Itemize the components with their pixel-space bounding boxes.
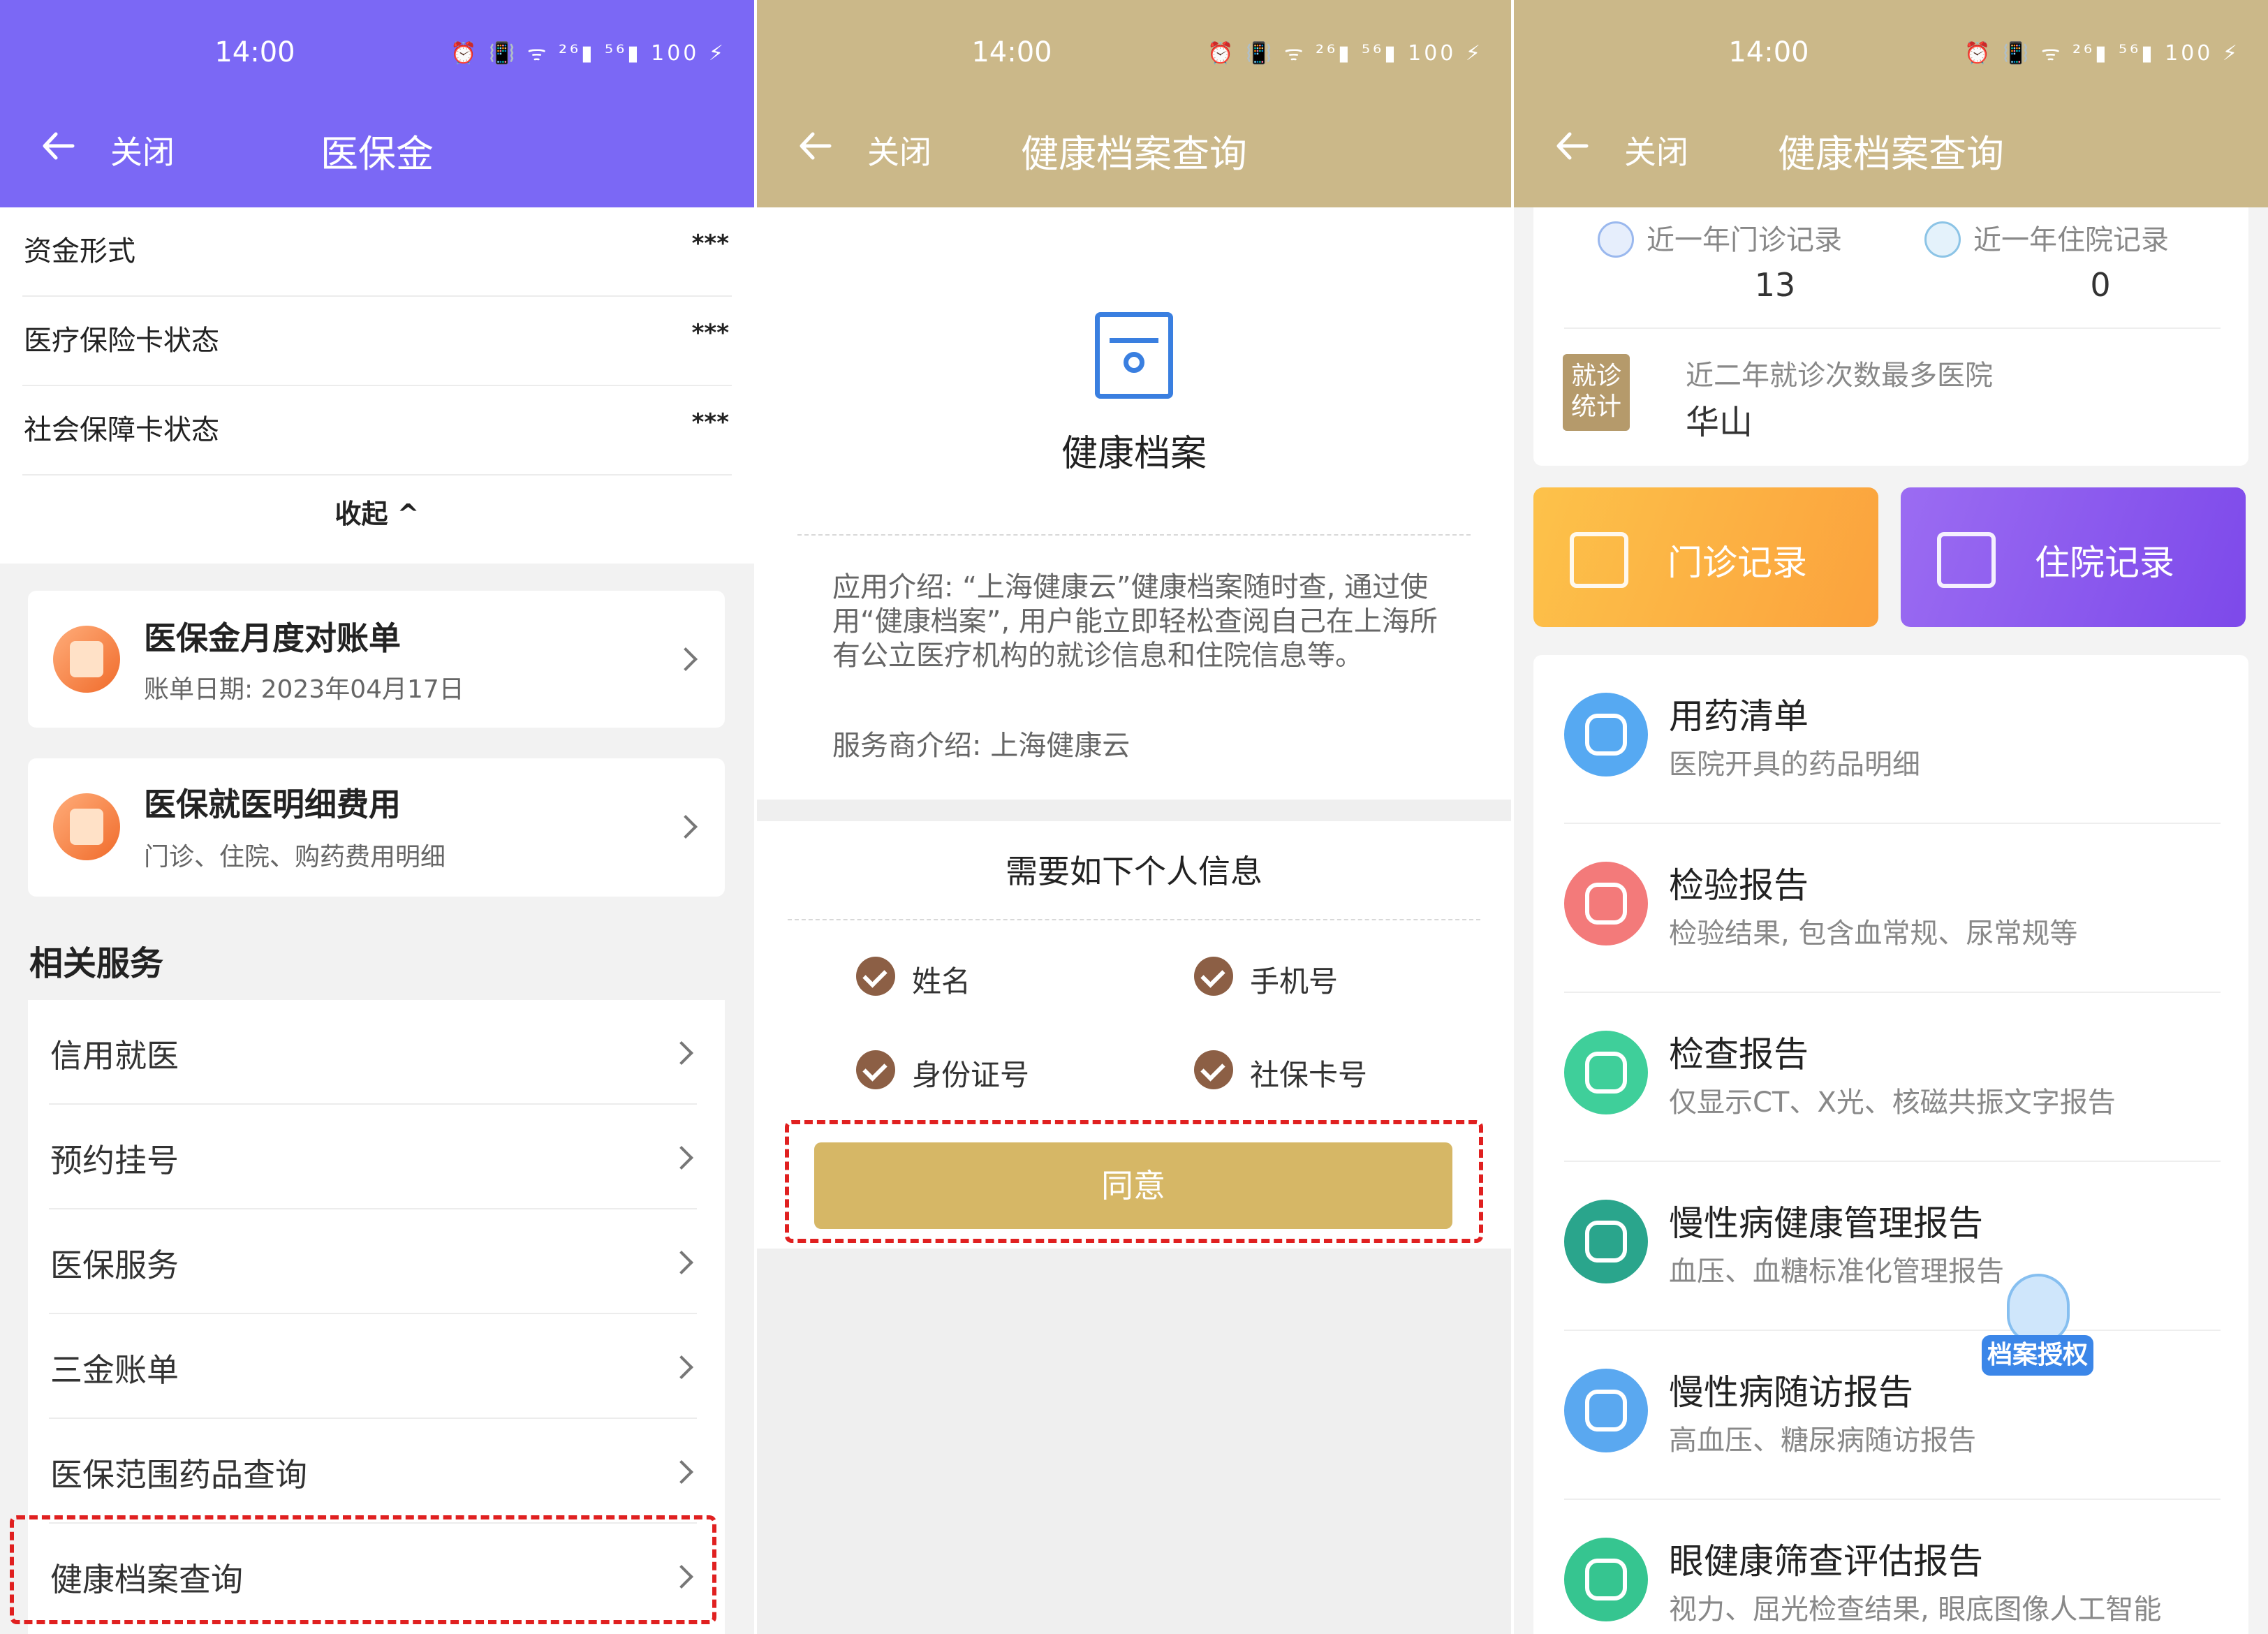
collapse-toggle[interactable]: 收起 ^ xyxy=(0,492,754,531)
highlight-box xyxy=(785,1120,1483,1243)
chevron-right-icon xyxy=(670,1355,693,1379)
medical-expense-detail-card[interactable]: 医保就医明细费用 门诊、住院、购药费用明细 xyxy=(28,758,725,897)
card-subtitle: 账单日期: 2023年04月17日 xyxy=(144,675,464,704)
service-item[interactable]: 医保范围药品查询 xyxy=(49,1419,697,1524)
most-visited-hospital: 华山 xyxy=(1686,403,1753,442)
status-time: 14:00 xyxy=(214,36,295,68)
highlight-box xyxy=(10,1515,716,1624)
status-icons: ⏰ 📳 ᯤ ²⁶▮ ⁵⁶▮ 100 ⚡ xyxy=(450,41,726,66)
service-label: 医保范围药品查询 xyxy=(50,1456,307,1494)
outpatient-count: 13 xyxy=(1754,266,1796,304)
inpatient-count: 0 xyxy=(2090,266,2111,304)
app-intro: 应用介绍: “上海健康云”健康档案随时查, 通过使用“健康档案”, 用户能立即轻… xyxy=(832,571,1438,672)
chronic-care-icon xyxy=(1564,1200,1648,1283)
report-item-eye-screening[interactable]: 眼健康筛查评估报告 视力、屈光检查结果, 眼底图像人工智能 xyxy=(1564,1500,2221,1634)
page-title: 健康档案查询 xyxy=(1778,132,2004,176)
info-row: 医疗保险卡状态 *** xyxy=(22,297,732,386)
blood-drop-icon xyxy=(1564,862,1648,945)
report-item-chronic-management[interactable]: 慢性病健康管理报告 血压、血糖标准化管理报告 xyxy=(1564,1162,2221,1331)
health-record-icon xyxy=(1095,312,1173,399)
outpatient-icon xyxy=(1598,221,1634,258)
report-item-lab[interactable]: 检验报告 检验结果, 包含血常规、尿常规等 xyxy=(1564,824,2221,993)
status-icons: ⏰ 📳 ᯤ ²⁶▮ ⁵⁶▮ 100 ⚡ xyxy=(1964,41,2240,66)
info-value: *** xyxy=(691,408,729,436)
clipboard-icon xyxy=(1570,532,1628,588)
page-title: 医保金 xyxy=(321,132,434,176)
eye-icon xyxy=(1564,1538,1648,1621)
service-label: 医保服务 xyxy=(50,1246,179,1284)
outpatient-label: 近一年门诊记录 xyxy=(1647,224,1842,256)
service-label: 预约挂号 xyxy=(50,1142,179,1179)
divider xyxy=(1564,327,2221,329)
check-icon xyxy=(1194,1050,1233,1089)
header: 14:00 ⏰ 📳 ᯤ ²⁶▮ ⁵⁶▮ 100 ⚡ 关闭 健康档案查询 xyxy=(1514,0,2268,207)
divider xyxy=(797,534,1471,536)
section-heading: 相关服务 xyxy=(29,944,164,983)
chevron-right-icon xyxy=(674,647,698,671)
pill-icon xyxy=(1564,693,1648,776)
bill-icon xyxy=(53,626,120,693)
app-intro-section: 健康档案 应用介绍: “上海健康云”健康档案随时查, 通过使用“健康档案”, 用… xyxy=(757,207,1511,800)
header: 14:00 ⏰ 📳 ᯤ ²⁶▮ ⁵⁶▮ 100 ⚡ 关闭 健康档案查询 xyxy=(757,0,1511,207)
service-item[interactable]: 预约挂号 xyxy=(49,1105,697,1209)
info-label: 资金形式 xyxy=(24,235,135,267)
check-icon xyxy=(1194,957,1233,996)
divider xyxy=(788,919,1480,920)
service-item[interactable]: 三金账单 xyxy=(49,1314,697,1419)
service-label: 三金账单 xyxy=(50,1351,179,1389)
panel-authorization: 14:00 ⏰ 📳 ᯤ ²⁶▮ ⁵⁶▮ 100 ⚡ 关闭 健康档案查询 健康档案… xyxy=(757,0,1511,1634)
monthly-statement-card[interactable]: 医保金月度对账单 账单日期: 2023年04月17日 xyxy=(28,591,725,728)
service-item[interactable]: 医保服务 xyxy=(49,1209,697,1314)
record-authorization-button[interactable]: 档案授权 xyxy=(1982,1274,2093,1383)
panel-medical-insurance-fund: 14:00 ⏰ 📳 ᯤ ²⁶▮ ⁵⁶▮ 100 ⚡ 关闭 医保金 资金形式 **… xyxy=(0,0,754,1634)
chevron-right-icon xyxy=(670,1460,693,1484)
most-visited-label: 近二年就诊次数最多医院 xyxy=(1686,360,1993,392)
check-icon xyxy=(856,1050,895,1089)
check-icon xyxy=(856,957,895,996)
status-time: 14:00 xyxy=(971,36,1052,68)
required-info-title: 需要如下个人信息 xyxy=(1006,853,1262,890)
info-row: 社会保障卡状态 *** xyxy=(22,386,732,476)
visit-summary-card: 近一年门诊记录 13 近一年住院记录 0 就诊统计 近二年就诊次数最多医院 华山 xyxy=(1533,207,2248,466)
card-title: 医保就医明细费用 xyxy=(144,786,401,823)
card-title: 医保金月度对账单 xyxy=(144,619,401,657)
hospital-icon xyxy=(1937,532,1996,588)
info-label: 医疗保险卡状态 xyxy=(24,325,219,357)
provider-intro: 服务商介绍: 上海健康云 xyxy=(832,730,1131,762)
outpatient-records-button[interactable]: 门诊记录 xyxy=(1533,487,1878,627)
report-item-medication[interactable]: 用药清单 医院开具的药品明细 xyxy=(1564,655,2221,824)
info-label: 社会保障卡状态 xyxy=(24,414,219,446)
report-item-exam[interactable]: 检查报告 仅显示CT、X光、核磁共振文字报告 xyxy=(1564,993,2221,1162)
app-name: 健康档案 xyxy=(1061,433,1207,475)
chevron-right-icon xyxy=(674,815,698,839)
fund-info-section: 资金形式 *** 医疗保险卡状态 *** 社会保障卡状态 *** 收起 ^ xyxy=(0,207,754,564)
inpatient-label: 近一年住院记录 xyxy=(1973,224,2169,256)
heart-follow-up-icon xyxy=(1564,1369,1648,1452)
scan-icon xyxy=(1564,1031,1648,1114)
chevron-right-icon xyxy=(670,1041,693,1065)
header: 14:00 ⏰ 📳 ᯤ ²⁶▮ ⁵⁶▮ 100 ⚡ 关闭 医保金 xyxy=(0,0,754,207)
panel-health-records: 14:00 ⏰ 📳 ᯤ ²⁶▮ ⁵⁶▮ 100 ⚡ 关闭 健康档案查询 近一年门… xyxy=(1514,0,2268,1634)
visit-stats-badge: 就诊统计 xyxy=(1563,354,1630,431)
service-label: 信用就医 xyxy=(50,1037,179,1075)
card-subtitle: 门诊、住院、购药费用明细 xyxy=(144,843,446,871)
info-value: *** xyxy=(691,319,729,347)
service-item[interactable]: 信用就医 xyxy=(49,1000,697,1105)
page-title: 健康档案查询 xyxy=(1021,132,1247,176)
record-authorization-label: 档案授权 xyxy=(1982,1335,2093,1376)
status-time: 14:00 xyxy=(1728,36,1809,68)
report-item-chronic-follow-up[interactable]: 慢性病随访报告 高血压、糖尿病随访报告 xyxy=(1564,1331,2221,1500)
info-row: 资金形式 *** xyxy=(22,207,732,297)
info-value: *** xyxy=(691,230,729,258)
chevron-right-icon xyxy=(670,1251,693,1274)
report-list: 用药清单 医院开具的药品明细 检验报告 检验结果, 包含血常规、尿常规等 检查报… xyxy=(1533,655,2248,1634)
mascot-icon xyxy=(2007,1274,2070,1344)
chevron-right-icon xyxy=(670,1146,693,1170)
inpatient-records-button[interactable]: 住院记录 xyxy=(1901,487,2246,627)
status-icons: ⏰ 📳 ᯤ ²⁶▮ ⁵⁶▮ 100 ⚡ xyxy=(1207,41,1483,66)
inpatient-icon xyxy=(1924,221,1961,258)
receipt-icon xyxy=(53,793,120,860)
